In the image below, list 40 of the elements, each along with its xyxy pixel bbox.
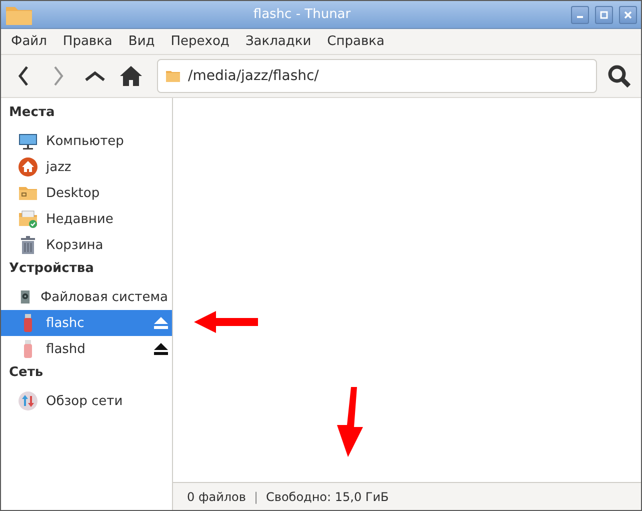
free-space: Свободно: 15,0 ГиБ <box>266 490 389 504</box>
minimize-icon <box>577 16 583 18</box>
close-icon <box>624 10 632 18</box>
menu-item[interactable]: Файл <box>3 34 55 49</box>
file-count: 0 файлов <box>187 490 246 504</box>
close-button[interactable] <box>619 6 637 24</box>
minimize-button[interactable] <box>571 6 589 24</box>
menu-item[interactable]: Закладки <box>237 34 320 49</box>
menu-item[interactable]: Правка <box>54 34 120 49</box>
sidebar-item[interactable]: Desktop <box>1 180 172 206</box>
location-field[interactable]: /media/jazz/flashc/ <box>157 59 597 93</box>
window-title: flashc - Thunar <box>252 7 352 22</box>
recent-folder-icon <box>18 209 38 229</box>
monitor-icon <box>18 131 38 151</box>
network-icon <box>18 391 38 411</box>
annotation-arrow <box>194 311 258 333</box>
sidebar-item[interactable]: Обзор сети <box>1 388 172 414</box>
sidebar-item[interactable]: Компьютер <box>1 128 172 154</box>
sidebar-item[interactable]: Недавние <box>1 206 172 232</box>
menu-item[interactable]: Вид <box>120 34 163 49</box>
annotation-arrow <box>337 387 363 457</box>
home-icon <box>18 157 38 177</box>
menu-item[interactable]: Переход <box>162 34 238 49</box>
home-icon <box>119 65 143 87</box>
maximize-button[interactable] <box>595 6 613 24</box>
trash-icon <box>18 235 38 255</box>
sidebar-item[interactable]: Файловая система <box>1 284 172 310</box>
eject-icon[interactable] <box>154 343 168 355</box>
section-title: Места <box>8 104 56 122</box>
section-title: Сеть <box>8 364 44 382</box>
sidebar-item[interactable]: flashc <box>1 310 172 336</box>
maximize-icon <box>600 10 608 18</box>
status-separator: | <box>254 490 258 504</box>
sidebar-item[interactable]: Корзина <box>1 232 172 258</box>
section-title: Устройства <box>8 260 95 278</box>
menu-item[interactable]: Справка <box>319 34 392 49</box>
search-icon <box>607 64 631 88</box>
folder-icon <box>166 70 180 82</box>
sidebar-item[interactable]: jazz <box>1 154 172 180</box>
sidebar-item[interactable]: flashd <box>1 336 172 362</box>
